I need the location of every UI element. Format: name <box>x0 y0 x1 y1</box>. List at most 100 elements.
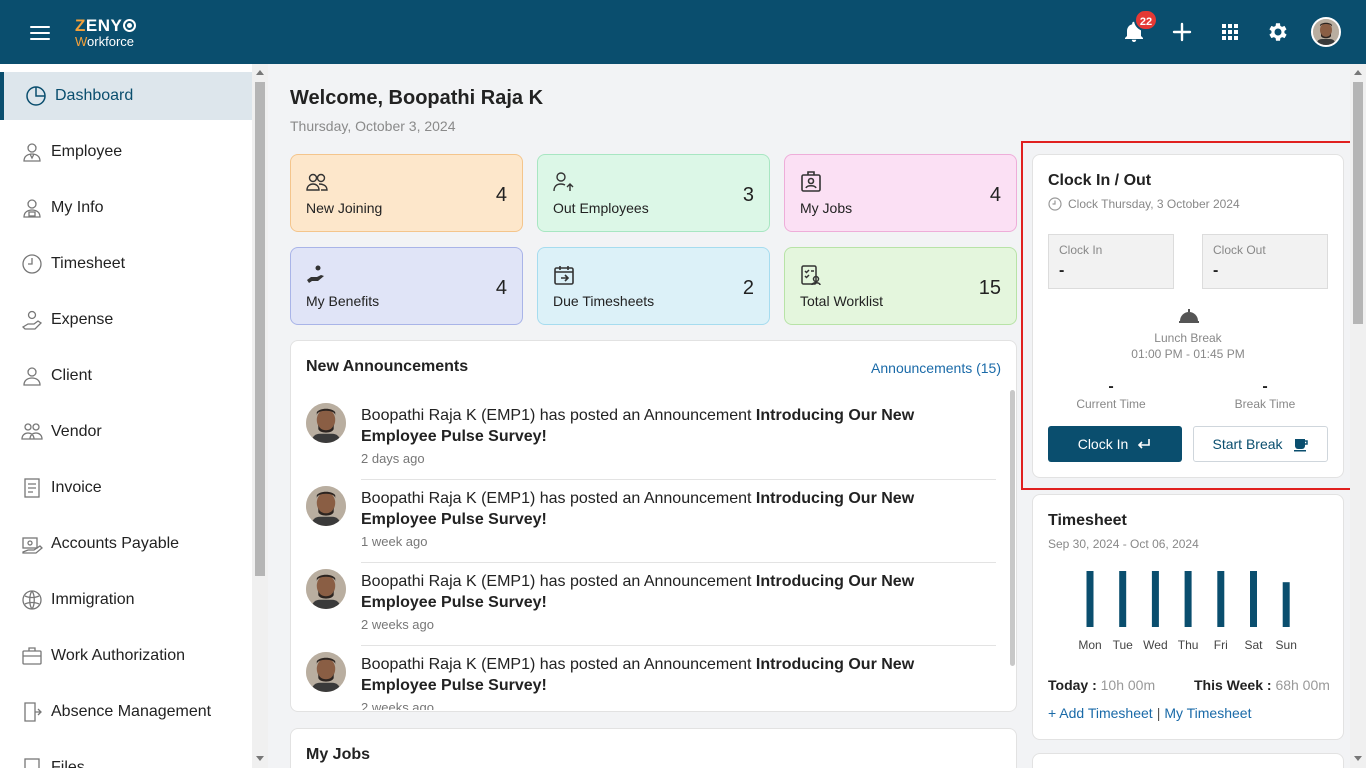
card-count: 3 <box>742 184 754 206</box>
announcement-text: Boopathi Raja K (EMP1) has posted an Ann… <box>361 407 756 424</box>
bar-tue <box>1119 571 1127 627</box>
announcements-panel: New Announcements Announcements (15) Boo… <box>290 340 1017 712</box>
sidebar-item-label: Files <box>51 759 85 768</box>
sidebar-item-my-info[interactable]: My Info <box>0 184 252 232</box>
next-panel <box>1032 753 1344 768</box>
announcement-avatar <box>306 486 346 526</box>
announcement-item[interactable]: Boopathi Raja K (EMP1) has posted an Ann… <box>306 486 996 569</box>
my-jobs-title: My Jobs <box>306 746 371 763</box>
sidebar-item-label: Absence Management <box>51 703 212 720</box>
sidebar-item-expense[interactable]: Expense <box>0 296 252 344</box>
announcement-time: 2 days ago <box>361 451 425 466</box>
announcements-link[interactable]: Announcements (15) <box>871 360 1001 376</box>
sidebar-item-label: Client <box>51 367 92 384</box>
main-scrollbar[interactable] <box>1350 64 1366 768</box>
sidebar-item-label: Accounts Payable <box>51 535 180 552</box>
scroll-up-arrow-icon[interactable] <box>256 70 264 75</box>
sidebar-item-label: Expense <box>51 311 114 328</box>
page-date: Thursday, October 3, 2024 <box>290 118 456 134</box>
benefits-hand-icon <box>306 264 328 286</box>
sidebar-item-work-authorization[interactable]: Work Authorization <box>0 632 252 680</box>
sidebar-item-label: Employee <box>51 143 123 160</box>
card-total-worklist[interactable]: Total Worklist 15 <box>784 247 1017 325</box>
announcement-item[interactable]: Boopathi Raja K (EMP1) has posted an Ann… <box>306 652 996 710</box>
briefcase-icon <box>21 645 43 667</box>
user-info-icon <box>21 197 43 219</box>
sidebar-scrollbar[interactable] <box>252 64 268 768</box>
sidebar-scroll-thumb[interactable] <box>255 82 265 576</box>
today-summary: Today : 10h 00m <box>1048 677 1155 693</box>
announcement-item[interactable]: Boopathi Raja K (EMP1) has posted an Ann… <box>306 569 996 652</box>
id-badge-icon <box>800 171 822 193</box>
files-icon <box>21 757 43 768</box>
announcement-text: Boopathi Raja K (EMP1) has posted an Ann… <box>361 490 756 507</box>
bar-thu <box>1184 571 1192 627</box>
card-new-joining[interactable]: New Joining 4 <box>290 154 523 232</box>
scroll-down-arrow-icon[interactable] <box>1354 756 1362 761</box>
card-label: My Jobs <box>800 200 853 216</box>
my-timesheet-link[interactable]: My Timesheet <box>1164 705 1251 721</box>
card-count: 4 <box>989 184 1001 206</box>
announcement-text: Boopathi Raja K (EMP1) has posted an Ann… <box>361 573 756 590</box>
announcement-time: 2 weeks ago <box>361 700 434 710</box>
bar-sat <box>1250 571 1257 627</box>
sidebar-item-accounts-payable[interactable]: Accounts Payable <box>0 520 252 568</box>
announcement-time: 1 week ago <box>361 534 428 549</box>
plus-icon[interactable] <box>1170 20 1194 44</box>
sidebar-item-label: Timesheet <box>51 255 126 272</box>
card-count: 2 <box>742 277 754 299</box>
notification-badge: 22 <box>1134 9 1158 31</box>
page-title: Welcome, Boopathi Raja K <box>290 87 544 109</box>
accounts-payable-icon <box>21 533 43 555</box>
card-my-benefits[interactable]: My Benefits 4 <box>290 247 523 325</box>
user-avatar[interactable] <box>1311 17 1341 47</box>
divider <box>361 645 996 646</box>
announcement-item[interactable]: Boopathi Raja K (EMP1) has posted an Ann… <box>306 403 996 486</box>
announcements-title: New Announcements <box>306 358 469 375</box>
sidebar-item-absence-management[interactable]: Absence Management <box>0 688 252 736</box>
clock-panel-highlight <box>1021 141 1355 490</box>
timesheet-title: Timesheet <box>1048 512 1127 529</box>
sidebar-item-vendor[interactable]: Vendor <box>0 408 252 456</box>
clock-icon <box>21 253 43 275</box>
sidebar-item-client[interactable]: Client <box>0 352 252 400</box>
people-icon <box>306 171 328 193</box>
sidebar-item-timesheet[interactable]: Timesheet <box>0 240 252 288</box>
tick-label-tue: Tue <box>1113 638 1134 652</box>
vendor-icon <box>21 421 43 443</box>
card-label: Due Timesheets <box>553 293 655 309</box>
logo-letter-z: Z <box>75 16 86 35</box>
menu-icon[interactable] <box>30 26 50 40</box>
sidebar-item-invoice[interactable]: Invoice <box>0 464 252 512</box>
employee-icon <box>21 141 43 163</box>
sidebar-item-label: Vendor <box>51 423 102 440</box>
sidebar-item-employee[interactable]: Employee <box>0 128 252 176</box>
week-summary: This Week : 68h 00m <box>1194 677 1330 693</box>
card-my-jobs[interactable]: My Jobs 4 <box>784 154 1017 232</box>
apps-grid-icon[interactable] <box>1218 20 1242 44</box>
worklist-icon <box>800 264 822 286</box>
add-timesheet-link[interactable]: + Add Timesheet <box>1048 705 1153 721</box>
top-bar: Z ENY Workforce 22 <box>0 0 1366 64</box>
sidebar-item-immigration[interactable]: Immigration <box>0 576 252 624</box>
sidebar-item-files[interactable]: Files <box>0 744 252 768</box>
card-out-employees[interactable]: Out Employees 3 <box>537 154 770 232</box>
my-jobs-panel: My Jobs <box>290 728 1017 768</box>
card-due-timesheets[interactable]: Due Timesheets 2 <box>537 247 770 325</box>
announcements-scrollbar[interactable] <box>1010 390 1015 666</box>
sidebar-item-dashboard[interactable]: Dashboard <box>0 72 252 120</box>
main-scroll-thumb[interactable] <box>1353 82 1363 324</box>
card-count: 15 <box>978 277 1001 299</box>
week-label: This Week : <box>1194 677 1272 693</box>
scroll-down-arrow-icon[interactable] <box>256 756 264 761</box>
app-logo[interactable]: Z ENY Workforce <box>75 16 137 48</box>
tick-label-mon: Mon <box>1078 638 1101 652</box>
tick-label-fri: Fri <box>1214 638 1228 652</box>
scroll-up-arrow-icon[interactable] <box>1354 70 1362 75</box>
invoice-icon <box>21 477 43 499</box>
logo-text-top: ENY <box>85 16 123 35</box>
divider <box>361 479 996 480</box>
gear-icon[interactable] <box>1266 20 1290 44</box>
today-label: Today : <box>1048 677 1097 693</box>
sidebar: Dashboard Employee My Info Timesheet Exp… <box>0 64 268 768</box>
